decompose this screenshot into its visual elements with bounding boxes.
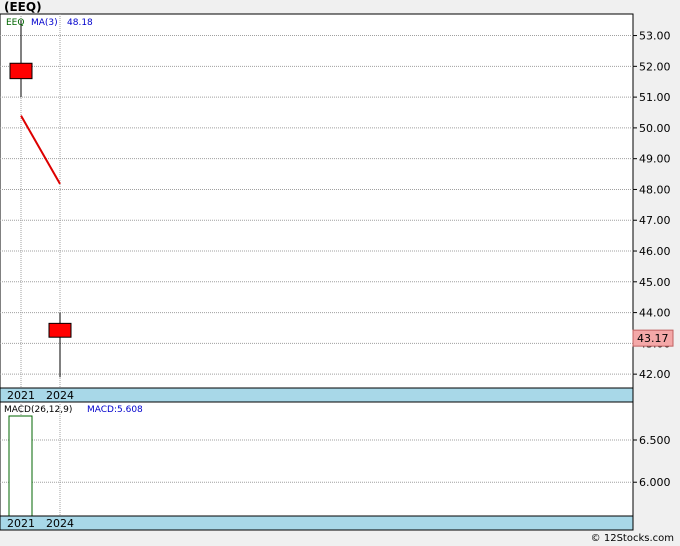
price-tick-label: 46.00 <box>639 245 671 258</box>
macd-value-label: MACD:5.608 <box>87 405 143 415</box>
macd-bars-layer <box>8 415 33 517</box>
macd-indicator-label: MACD(26,12,9) <box>4 405 72 415</box>
price-tick-label: 53.00 <box>639 30 671 43</box>
macd-tick-label: 6.500 <box>639 434 671 447</box>
price-panel <box>0 13 634 389</box>
price-tick-label: 44.00 <box>639 307 671 320</box>
ma-value-legend: 48.18 <box>67 18 93 28</box>
price-tick-label: 51.00 <box>639 91 671 104</box>
macd-tick-label: 6.000 <box>639 476 671 489</box>
price-x-axis-band <box>0 387 634 403</box>
chart-title: (EEQ) <box>4 0 42 14</box>
price-tick-label: 48.00 <box>639 183 671 196</box>
price-tick-label: 47.00 <box>639 214 671 227</box>
macd-bar <box>8 415 33 517</box>
price-tick-label: 45.00 <box>639 276 671 289</box>
price-tick-label: 52.00 <box>639 60 671 73</box>
ma-legend: MA(3) <box>31 18 58 28</box>
macd-panel <box>0 401 634 517</box>
price-x-tick-label: 2024 <box>46 389 74 402</box>
macd-x-axis-band <box>0 515 634 531</box>
stock-chart: 42.0043.0044.0045.0046.0047.0048.0049.00… <box>0 13 674 531</box>
macd-x-tick-label: 2021 <box>7 517 35 530</box>
price-y-axis: 42.0043.0044.0045.0046.0047.0048.0049.00… <box>632 30 674 381</box>
price-tick-label: 49.00 <box>639 153 671 166</box>
candle-body <box>9 62 33 80</box>
macd-x-tick-label: 2024 <box>46 517 74 530</box>
macd-y-axis: 6.000 6.500 <box>633 434 671 489</box>
price-tick-label: 42.00 <box>639 368 671 381</box>
price-tick-label: 50.00 <box>639 122 671 135</box>
copyright-footer: © 12Stocks.com <box>590 533 674 544</box>
symbol-legend: EEQ <box>6 18 24 28</box>
price-x-tick-label: 2021 <box>7 389 35 402</box>
candle-body <box>48 322 72 338</box>
last-price-label: 43.17 <box>637 332 669 345</box>
